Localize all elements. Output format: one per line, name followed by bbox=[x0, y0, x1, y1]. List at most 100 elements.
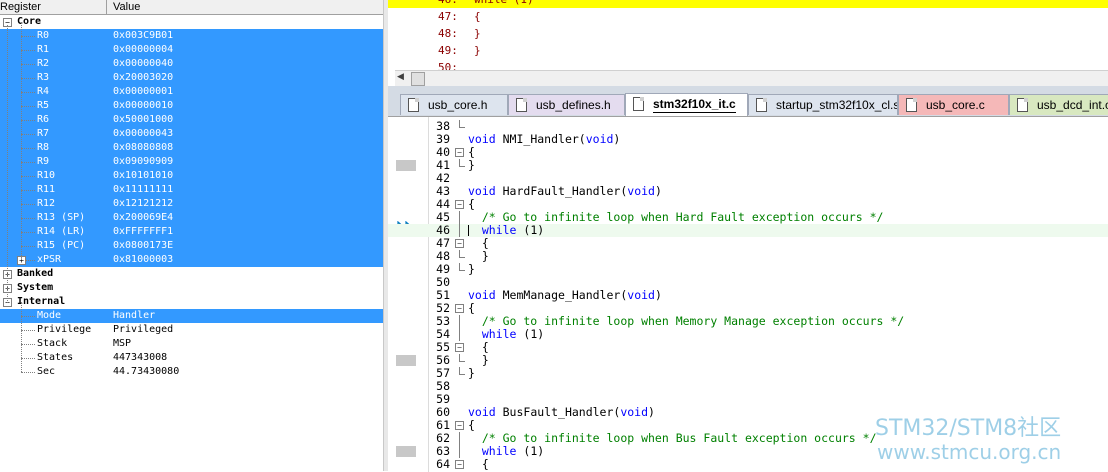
register-group-row[interactable]: + Banked bbox=[0, 267, 383, 281]
fold-toggle-icon[interactable]: − bbox=[455, 343, 464, 352]
register-value[interactable]: 0x0800173E bbox=[113, 239, 173, 253]
register-value[interactable]: 0x003C9B01 bbox=[113, 29, 173, 43]
register-row[interactable]: R5 0x00000010 bbox=[0, 99, 383, 113]
register-value[interactable]: Handler bbox=[113, 309, 155, 323]
register-row[interactable]: States 447343008 bbox=[0, 351, 383, 365]
tree-connector bbox=[21, 78, 35, 79]
register-value[interactable]: 0x81000003 bbox=[113, 253, 173, 267]
disassembly-line[interactable]: 49:} bbox=[388, 43, 1108, 59]
fold-toggle-icon[interactable]: − bbox=[455, 460, 464, 469]
tab-usb-core-c[interactable]: usb_core.c bbox=[898, 94, 1009, 115]
fold-toggle-icon[interactable]: − bbox=[455, 421, 464, 430]
tree-connector bbox=[21, 176, 35, 177]
register-row[interactable]: R6 0x50001000 bbox=[0, 113, 383, 127]
column-header-value[interactable]: Value bbox=[113, 0, 140, 14]
register-row[interactable]: R2 0x00000040 bbox=[0, 57, 383, 71]
register-value[interactable]: 0x10101010 bbox=[113, 169, 173, 183]
register-row[interactable]: R12 0x12121212 bbox=[0, 197, 383, 211]
code-token: void bbox=[468, 184, 496, 198]
scrollbar-thumb[interactable] bbox=[411, 72, 425, 86]
register-row[interactable]: R3 0x20003020 bbox=[0, 71, 383, 85]
code-line[interactable]: 51 void MemManage_Handler(void) bbox=[388, 289, 1108, 302]
code-line[interactable]: 49} bbox=[388, 263, 1108, 276]
register-value[interactable]: 0x20003020 bbox=[113, 71, 173, 85]
code-line[interactable]: 48 } bbox=[388, 250, 1108, 263]
register-value[interactable]: 0x09090909 bbox=[113, 155, 173, 169]
register-row[interactable]: xPSR 0x81000003 + bbox=[0, 253, 383, 267]
register-value[interactable]: 0x08080808 bbox=[113, 141, 173, 155]
register-value[interactable]: 0xFFFFFFF1 bbox=[113, 225, 173, 239]
register-name: Mode bbox=[37, 310, 62, 321]
tab-usb-dcd-int-c[interactable]: usb_dcd_int.c bbox=[1009, 94, 1108, 115]
disassembly-line[interactable]: 46: while (1) bbox=[388, 0, 1108, 8]
code-line[interactable]: 58 bbox=[388, 380, 1108, 393]
fold-toggle-icon[interactable]: − bbox=[455, 148, 464, 157]
code-line[interactable]: 43 void HardFault_Handler(void) bbox=[388, 185, 1108, 198]
code-line[interactable]: 46 while (1) bbox=[388, 224, 1108, 237]
register-value[interactable]: 447343008 bbox=[113, 351, 167, 365]
scroll-left-icon[interactable]: ◀ bbox=[397, 72, 404, 82]
register-value[interactable]: 0x200069E4 bbox=[113, 211, 173, 225]
code-text: } bbox=[468, 367, 475, 380]
tab-label: usb_dcd_int.c bbox=[1037, 98, 1108, 112]
register-value[interactable]: 0x50001000 bbox=[113, 113, 173, 127]
fold-toggle-icon[interactable]: − bbox=[455, 239, 464, 248]
horizontal-scrollbar[interactable]: ◀ bbox=[395, 70, 1108, 87]
register-row[interactable]: R7 0x00000043 bbox=[0, 127, 383, 141]
register-value[interactable]: 0x12121212 bbox=[113, 197, 173, 211]
column-header-register[interactable]: Register bbox=[0, 0, 107, 14]
register-group-row[interactable]: − Internal bbox=[0, 295, 383, 309]
code-token: (1) bbox=[516, 223, 545, 237]
register-row[interactable]: R15 (PC) 0x0800173E bbox=[0, 239, 383, 253]
register-row[interactable]: R14 (LR) 0xFFFFFFF1 bbox=[0, 225, 383, 239]
code-line[interactable]: 40−{ bbox=[388, 146, 1108, 159]
fold-line bbox=[459, 224, 460, 237]
fold-toggle-icon[interactable]: − bbox=[455, 200, 464, 209]
fold-toggle-icon[interactable]: − bbox=[455, 304, 464, 313]
register-row[interactable]: R8 0x08080808 bbox=[0, 141, 383, 155]
disassembly-line[interactable]: 47: { bbox=[388, 9, 1108, 25]
disassembly-line-number: 48: bbox=[438, 27, 458, 40]
register-row[interactable]: R11 0x11111111 bbox=[0, 183, 383, 197]
tab-startup-stm32f10x-cl-s[interactable]: startup_stm32f10x_cl.s bbox=[748, 94, 898, 115]
register-value[interactable]: MSP bbox=[113, 337, 131, 351]
register-group-row[interactable]: − Core bbox=[0, 15, 383, 29]
code-line[interactable]: 56 } bbox=[388, 354, 1108, 367]
register-row[interactable]: R4 0x00000001 bbox=[0, 85, 383, 99]
register-name: R15 (PC) bbox=[37, 240, 86, 251]
register-value[interactable]: 0x00000004 bbox=[113, 43, 173, 57]
tree-connector bbox=[21, 120, 35, 121]
register-value[interactable]: 0x11111111 bbox=[113, 183, 173, 197]
register-row[interactable]: R1 0x00000004 bbox=[0, 43, 383, 57]
register-value[interactable]: 0x00000040 bbox=[113, 57, 173, 71]
register-row[interactable]: Mode Handler bbox=[0, 309, 383, 323]
register-value[interactable]: 44.73430080 bbox=[113, 365, 179, 379]
code-line[interactable]: 55− { bbox=[388, 341, 1108, 354]
tab-usb-defines-h[interactable]: usb_defines.h bbox=[508, 94, 625, 115]
register-value[interactable]: 0x00000010 bbox=[113, 99, 173, 113]
code-line[interactable]: 54 while (1) bbox=[388, 328, 1108, 341]
register-row[interactable]: Sec 44.73430080 bbox=[0, 365, 383, 379]
register-row[interactable]: R0 0x003C9B01 bbox=[0, 29, 383, 43]
register-value[interactable]: 0x00000043 bbox=[113, 127, 173, 141]
code-text: void NMI_Handler(void) bbox=[468, 133, 620, 146]
tab-usb-core-h[interactable]: usb_core.h bbox=[400, 94, 508, 115]
register-value[interactable]: Privileged bbox=[113, 323, 173, 337]
code-line[interactable]: 41} bbox=[388, 159, 1108, 172]
register-value[interactable]: 0x00000001 bbox=[113, 85, 173, 99]
code-line[interactable]: 47− { bbox=[388, 237, 1108, 250]
register-row[interactable]: R10 0x10101010 bbox=[0, 169, 383, 183]
tab-stm32f10x-it-c[interactable]: stm32f10x_it.c bbox=[625, 93, 748, 116]
code-line[interactable]: 39 void NMI_Handler(void) bbox=[388, 133, 1108, 146]
code-line[interactable]: 57} bbox=[388, 367, 1108, 380]
register-group-row[interactable]: + System bbox=[0, 281, 383, 295]
code-token: } bbox=[468, 366, 475, 380]
disassembly-line[interactable]: 48:} bbox=[388, 26, 1108, 42]
register-row[interactable]: R9 0x09090909 bbox=[0, 155, 383, 169]
register-row[interactable]: R13 (SP) 0x200069E4 bbox=[0, 211, 383, 225]
file-icon bbox=[1017, 98, 1028, 112]
register-row[interactable]: Privilege Privileged bbox=[0, 323, 383, 337]
code-token: (1) bbox=[516, 444, 545, 458]
register-name: R8 bbox=[37, 142, 50, 153]
register-row[interactable]: Stack MSP bbox=[0, 337, 383, 351]
